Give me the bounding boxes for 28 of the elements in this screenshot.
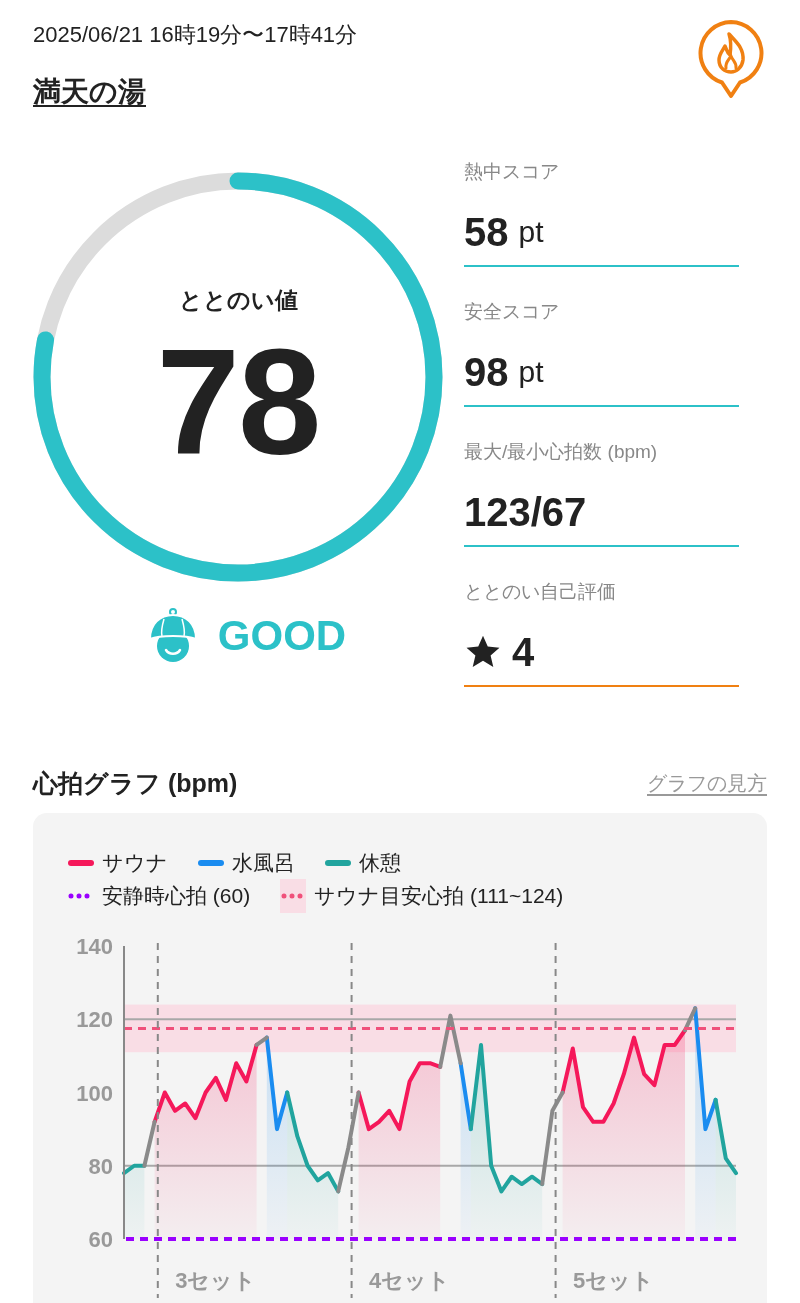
chart-title: 心拍グラフ (bpm)	[33, 768, 238, 799]
metric-value: 98	[464, 349, 509, 396]
legend-label: 水風呂	[232, 850, 295, 876]
axis-label: 80	[88, 1153, 113, 1179]
metric-value: 4	[512, 629, 535, 676]
metric-label: 熱中スコア	[464, 160, 560, 184]
legend-label: 安静時心拍 (60)	[102, 883, 251, 909]
set-label: 3セット	[175, 1268, 257, 1293]
metric-label: 最大/最小心拍数 (bpm)	[464, 440, 659, 464]
metric-value: 58	[464, 209, 509, 256]
metric-unit: pt	[518, 214, 544, 250]
gauge-value: 78	[155, 327, 321, 477]
axis-label: 120	[76, 1007, 113, 1033]
legend-label: 休憩	[359, 850, 401, 876]
metric-label: ととのい自己評価	[464, 580, 617, 604]
metric-label: 安全スコア	[464, 300, 560, 324]
axis-label: 100	[76, 1080, 113, 1106]
axis-label: 140	[76, 934, 113, 959]
axis-label: 60	[88, 1227, 113, 1252]
legend-label: サウナ	[102, 850, 168, 876]
legend-label: サウナ目安心拍 (111~124)	[314, 883, 564, 909]
set-label: 5セット	[572, 1268, 655, 1293]
gauge-label: ととのい値	[177, 286, 299, 315]
set-label: 4セット	[369, 1268, 451, 1293]
visit-datetime: 2025/06/21 16時19分〜17時41分	[33, 21, 359, 49]
metric-unit: pt	[518, 354, 544, 390]
status-label: GOOD	[217, 611, 347, 661]
metric-value: 123/67	[464, 489, 587, 536]
